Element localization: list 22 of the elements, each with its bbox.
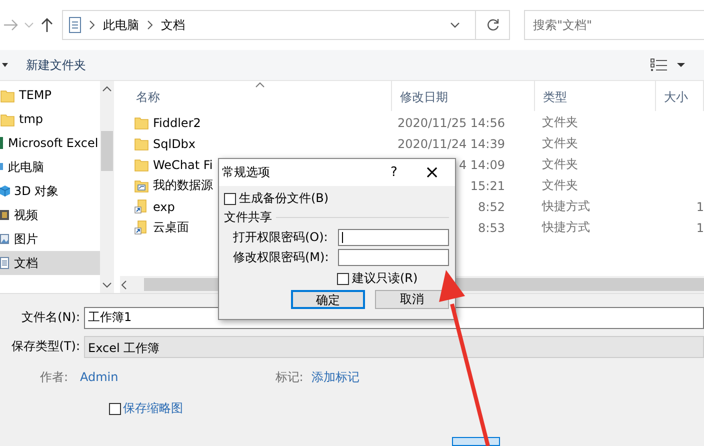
table-cell-text: 2020/11/25 14:56: [396, 116, 505, 130]
table-cell: 1: [696, 200, 704, 214]
table-cell-text: 文件夹: [541, 136, 578, 150]
table-cell-text: 文件夹: [541, 178, 578, 192]
table-cell-text: 文件夹: [541, 157, 578, 171]
field-label: 作者:: [38, 368, 69, 386]
field-label: 文件名(N):: [20, 309, 81, 326]
table-cell-text: 文件夹: [541, 115, 578, 129]
table-cell-text: 快捷方式: [540, 220, 590, 234]
table-cell-text: 8:52: [477, 200, 505, 214]
field-label: 保存类型(T):: [10, 338, 81, 355]
table-cell-text: 4 14:09: [458, 158, 505, 172]
table-cell: 1: [696, 220, 704, 234]
section-title: 文件共享: [224, 209, 272, 226]
table-cell-text: 快捷方式: [540, 199, 590, 213]
dialog-title: 常规选项: [222, 164, 271, 181]
field-label: 打开权限密码(O):: [233, 229, 329, 246]
table-cell-text: 2020/11/24 14:39: [396, 136, 505, 150]
field-label: 修改权限密码(M):: [233, 249, 330, 266]
table-cell-text: 8:53: [477, 220, 505, 234]
table-cell-text: 15:21: [469, 178, 505, 192]
field-label: 标记:: [275, 368, 304, 386]
